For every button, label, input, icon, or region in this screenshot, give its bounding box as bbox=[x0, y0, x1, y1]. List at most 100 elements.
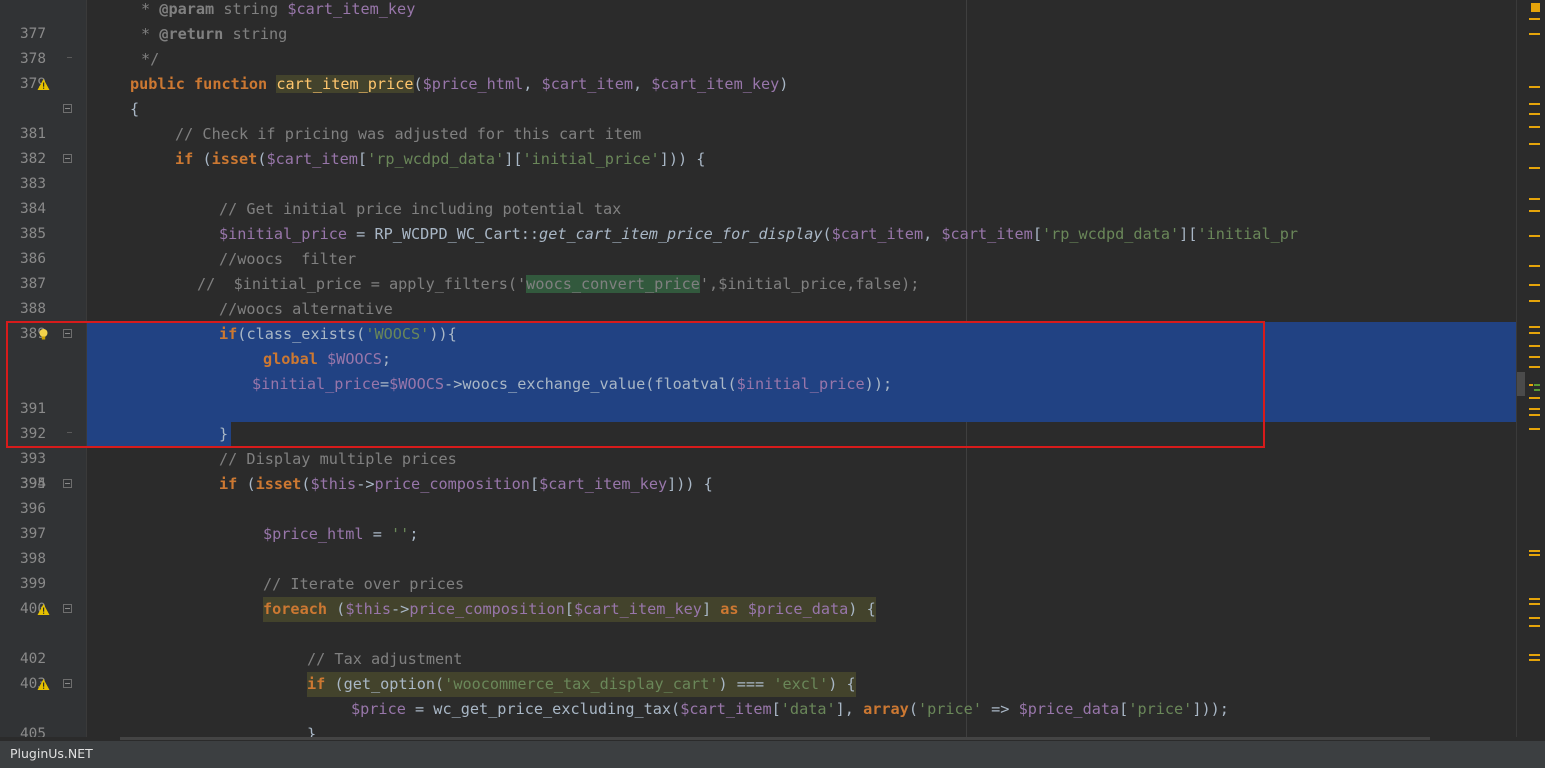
code-comment: //woocs filter bbox=[219, 250, 357, 268]
code-comment: // Iterate over prices bbox=[263, 575, 465, 593]
warning-marker[interactable] bbox=[1529, 428, 1540, 430]
warning-marker[interactable] bbox=[1529, 366, 1540, 368]
warning-marker[interactable] bbox=[1529, 326, 1540, 328]
code-line[interactable]: 399 bbox=[0, 547, 1516, 592]
warning-marker[interactable] bbox=[1529, 284, 1540, 286]
code-line-selected[interactable]: if(class_exists('WOOCS')){ bbox=[0, 322, 1516, 347]
code-text: foreach ($this->price_composition[$cart_… bbox=[263, 597, 876, 622]
code-line[interactable]: if (get_option('woocommerce_tax_display_… bbox=[0, 672, 1516, 697]
watermark-text: PluginUs.NET bbox=[10, 746, 93, 761]
code-line[interactable]: 389 //woocs alternative bbox=[0, 297, 1516, 342]
code-line[interactable]: 397 bbox=[0, 497, 1516, 542]
change-marker[interactable] bbox=[1534, 389, 1540, 391]
warning-marker[interactable] bbox=[1529, 18, 1540, 20]
scrollbar-thumb[interactable] bbox=[1517, 372, 1525, 396]
warning-marker[interactable] bbox=[1529, 554, 1540, 556]
watermark-footer: PluginUs.NET bbox=[0, 741, 1545, 768]
code-text: { bbox=[130, 100, 140, 118]
warning-icon[interactable] bbox=[37, 603, 50, 616]
code-line[interactable]: 403 // Tax adjustment bbox=[0, 647, 1516, 692]
warning-marker[interactable] bbox=[1529, 332, 1540, 334]
warning-marker[interactable] bbox=[1529, 265, 1540, 267]
fold-toggle[interactable] bbox=[63, 679, 72, 688]
lightbulb-icon[interactable] bbox=[37, 328, 50, 341]
warning-marker[interactable] bbox=[1529, 603, 1540, 605]
warning-marker[interactable] bbox=[1529, 397, 1540, 399]
code-line[interactable]: 386 $initial_price = RP_WCDPD_WC_Cart::g… bbox=[0, 222, 1516, 267]
code-line[interactable]: 387 //woocs filter bbox=[0, 247, 1516, 292]
code-line[interactable]: 396 if (isset($this->price_composition[$… bbox=[0, 472, 1516, 517]
code-line[interactable]: 388 // $initial_price = apply_filters('w… bbox=[0, 272, 1516, 317]
warning-marker[interactable] bbox=[1529, 86, 1540, 88]
code-text: if (isset($this->price_composition[$cart… bbox=[219, 475, 713, 493]
code-editor[interactable]: 377 * @param string $cart_item_key 378 *… bbox=[0, 0, 1516, 737]
inspection-status-icon[interactable] bbox=[1530, 2, 1541, 13]
warning-marker[interactable] bbox=[1529, 113, 1540, 115]
code-text: if(class_exists('WOOCS')){ bbox=[219, 325, 457, 343]
code-line[interactable]: 400 // Iterate over prices bbox=[0, 572, 1516, 617]
code-line[interactable]: 385 // Get initial price including poten… bbox=[0, 197, 1516, 242]
fold-toggle[interactable] bbox=[63, 604, 72, 613]
warning-marker[interactable] bbox=[1529, 345, 1540, 347]
code-line[interactable]: 377 * @param string $cart_item_key bbox=[0, 0, 1516, 42]
code-line[interactable]: 394 } bbox=[0, 422, 1516, 492]
code-text: * @return string bbox=[141, 25, 288, 43]
code-text: $initial_price = RP_WCDPD_WC_Cart::get_c… bbox=[219, 225, 1299, 243]
warning-marker[interactable] bbox=[1529, 414, 1540, 416]
warning-marker[interactable] bbox=[1529, 384, 1533, 386]
horizontal-scrollbar-thumb[interactable] bbox=[120, 737, 1430, 740]
warning-marker[interactable] bbox=[1529, 598, 1540, 600]
code-line-selected[interactable]: 392 $initial_price=$WOOCS->woocs_exchang… bbox=[0, 372, 1516, 442]
code-line[interactable]: public function cart_item_price($price_h… bbox=[0, 72, 1516, 97]
code-line[interactable]: 406 } bbox=[0, 722, 1516, 737]
code-text: } bbox=[307, 725, 317, 737]
code-comment: // Tax adjustment bbox=[307, 650, 463, 668]
warning-marker[interactable] bbox=[1529, 654, 1540, 656]
code-text: $price_html = ''; bbox=[263, 525, 419, 543]
code-line[interactable]: foreach ($this->price_composition[$cart_… bbox=[0, 597, 1516, 622]
code-line[interactable]: 384 bbox=[0, 172, 1516, 217]
warning-marker[interactable] bbox=[1529, 625, 1540, 627]
fold-toggle[interactable] bbox=[63, 329, 72, 338]
code-text: if (get_option('woocommerce_tax_display_… bbox=[307, 672, 856, 697]
warning-marker[interactable] bbox=[1529, 300, 1540, 302]
warning-marker[interactable] bbox=[1529, 235, 1540, 237]
selection-background bbox=[87, 422, 231, 447]
warning-marker[interactable] bbox=[1529, 408, 1540, 410]
warning-marker[interactable] bbox=[1529, 356, 1540, 358]
code-line[interactable]: 381 { bbox=[0, 97, 1516, 142]
warning-marker[interactable] bbox=[1529, 103, 1540, 105]
code-text: } bbox=[219, 425, 229, 443]
code-line[interactable]: 398 $price_html = ''; bbox=[0, 522, 1516, 567]
code-line[interactable]: 383 if (isset($cart_item['rp_wcdpd_data'… bbox=[0, 147, 1516, 192]
code-line[interactable]: 382 // Check if pricing was adjusted for… bbox=[0, 122, 1516, 167]
fold-end-marker[interactable] bbox=[67, 432, 72, 433]
code-line[interactable]: 378 * @return string bbox=[0, 22, 1516, 67]
warning-marker[interactable] bbox=[1529, 550, 1540, 552]
warning-marker[interactable] bbox=[1529, 659, 1540, 661]
code-line[interactable]: 395 // Display multiple prices bbox=[0, 447, 1516, 492]
code-comment: // $initial_price = apply_filters('woocs… bbox=[197, 275, 920, 293]
fold-toggle[interactable] bbox=[63, 104, 72, 113]
code-comment: // Display multiple prices bbox=[219, 450, 457, 468]
code-comment: // Get initial price including potential… bbox=[219, 200, 622, 218]
change-marker[interactable] bbox=[1534, 384, 1540, 386]
code-line-selected[interactable]: 393 bbox=[0, 397, 1516, 467]
warning-marker[interactable] bbox=[1529, 143, 1540, 145]
fold-end-marker[interactable] bbox=[67, 57, 72, 58]
code-line[interactable]: 379 */ bbox=[0, 47, 1516, 92]
code-line[interactable]: 402 bbox=[0, 622, 1516, 667]
warning-marker[interactable] bbox=[1529, 126, 1540, 128]
warning-marker[interactable] bbox=[1529, 33, 1540, 35]
warning-marker[interactable] bbox=[1529, 210, 1540, 212]
warning-icon[interactable] bbox=[37, 678, 50, 691]
code-line-selected[interactable]: 391 global $WOOCS; bbox=[0, 347, 1516, 417]
code-text: public function cart_item_price($price_h… bbox=[130, 75, 789, 93]
fold-toggle[interactable] bbox=[63, 479, 72, 488]
fold-toggle[interactable] bbox=[63, 154, 72, 163]
code-line[interactable]: 405 $price = wc_get_price_excluding_tax(… bbox=[0, 697, 1516, 737]
warning-icon[interactable] bbox=[37, 78, 50, 91]
warning-marker[interactable] bbox=[1529, 167, 1540, 169]
warning-marker[interactable] bbox=[1529, 198, 1540, 200]
warning-marker[interactable] bbox=[1529, 617, 1540, 619]
